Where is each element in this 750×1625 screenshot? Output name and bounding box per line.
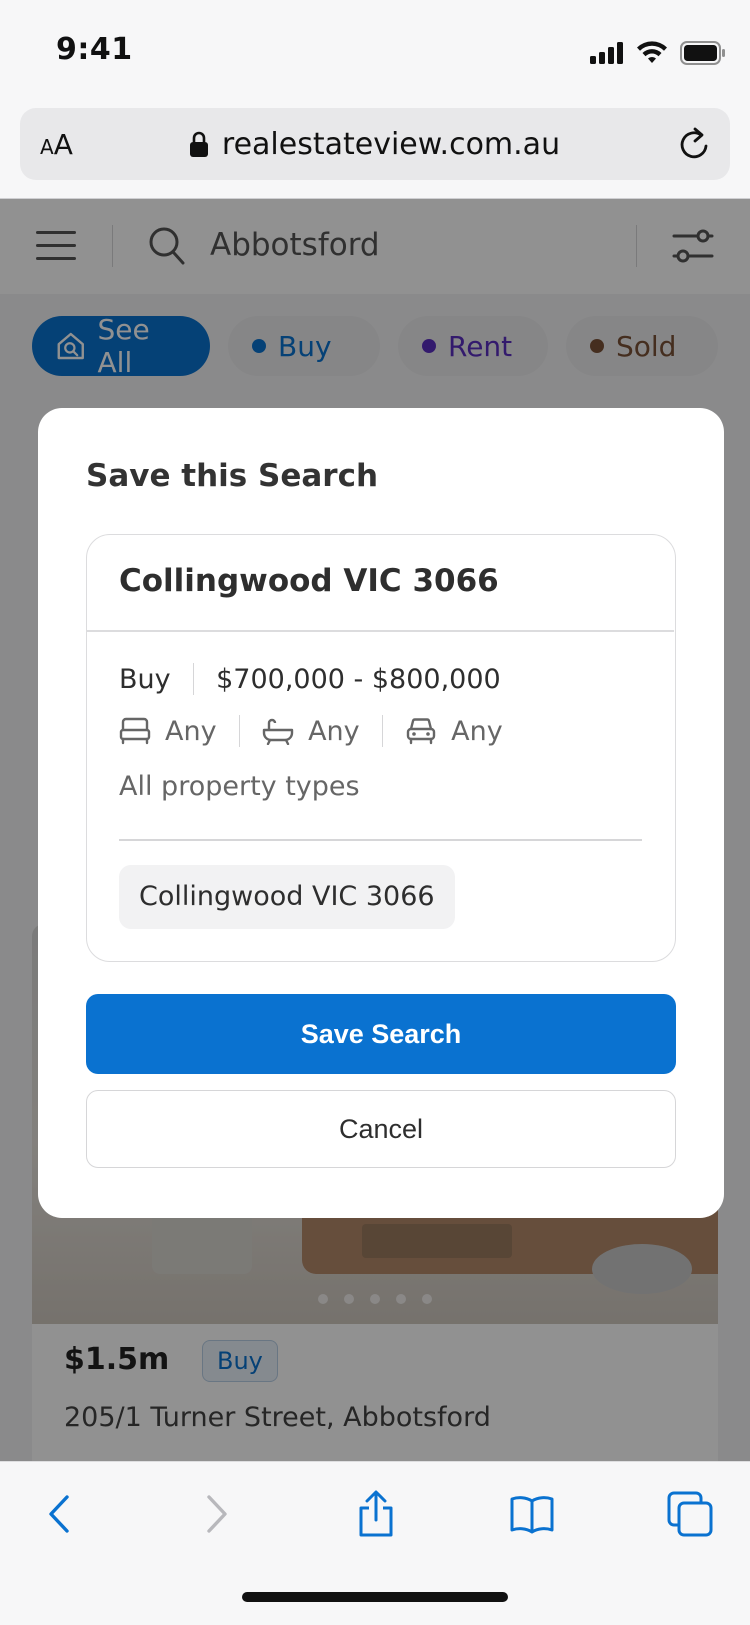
cellular-signal-icon bbox=[590, 42, 623, 64]
reload-icon[interactable] bbox=[678, 126, 712, 162]
status-icons bbox=[590, 38, 726, 68]
divider bbox=[381, 715, 384, 747]
modal-title: Save this Search bbox=[86, 458, 379, 494]
summary-price-range: $700,000 - $800,000 bbox=[216, 663, 501, 695]
status-bar: 9:41 bbox=[0, 0, 750, 100]
summary-type-price-row: Buy $700,000 - $800,000 bbox=[119, 663, 501, 695]
battery-icon bbox=[680, 41, 725, 65]
car-icon bbox=[406, 718, 436, 745]
divider bbox=[87, 630, 674, 632]
summary-bathrooms: Any bbox=[262, 716, 360, 747]
save-search-modal: Save this Search Collingwood VIC 3066 Bu… bbox=[38, 408, 724, 1218]
bed-icon bbox=[119, 717, 151, 745]
url-text: realestateview.com.au bbox=[221, 126, 561, 162]
divider bbox=[119, 839, 642, 841]
chevron-right-icon bbox=[207, 1495, 227, 1533]
summary-bedrooms: Any bbox=[119, 716, 217, 747]
summary-location-title: Collingwood VIC 3066 bbox=[119, 563, 499, 599]
home-indicator[interactable] bbox=[242, 1592, 508, 1602]
chevron-left-icon bbox=[49, 1495, 69, 1533]
summary-property-types: All property types bbox=[119, 771, 360, 802]
share-button[interactable] bbox=[346, 1484, 406, 1544]
status-time: 9:41 bbox=[56, 32, 133, 67]
tabs-icon bbox=[667, 1491, 713, 1537]
share-icon bbox=[359, 1490, 393, 1537]
search-summary-card: Collingwood VIC 3066 Buy $700,000 - $800… bbox=[86, 534, 676, 962]
save-search-button[interactable]: Save Search bbox=[86, 994, 676, 1074]
summary-listing-type: Buy bbox=[119, 663, 171, 695]
bookmarks-button[interactable] bbox=[502, 1484, 562, 1544]
url-field[interactable]: realestateview.com.au bbox=[189, 126, 561, 162]
wifi-icon bbox=[637, 41, 667, 63]
lock-icon bbox=[189, 131, 208, 157]
address-bar[interactable]: AA realestateview.com.au bbox=[20, 108, 730, 180]
forward-button[interactable] bbox=[186, 1484, 246, 1544]
book-icon bbox=[510, 1496, 554, 1534]
summary-parking: Any bbox=[405, 716, 503, 747]
cancel-button[interactable]: Cancel bbox=[86, 1090, 676, 1168]
tabs-button[interactable] bbox=[660, 1484, 720, 1544]
bath-icon bbox=[262, 718, 294, 745]
divider bbox=[192, 663, 195, 695]
text-size-button[interactable]: AA bbox=[40, 128, 73, 161]
divider bbox=[238, 715, 241, 747]
summary-features-row: Any Any Any bbox=[119, 715, 503, 747]
back-button[interactable] bbox=[30, 1484, 90, 1544]
location-chip: Collingwood VIC 3066 bbox=[119, 865, 455, 929]
